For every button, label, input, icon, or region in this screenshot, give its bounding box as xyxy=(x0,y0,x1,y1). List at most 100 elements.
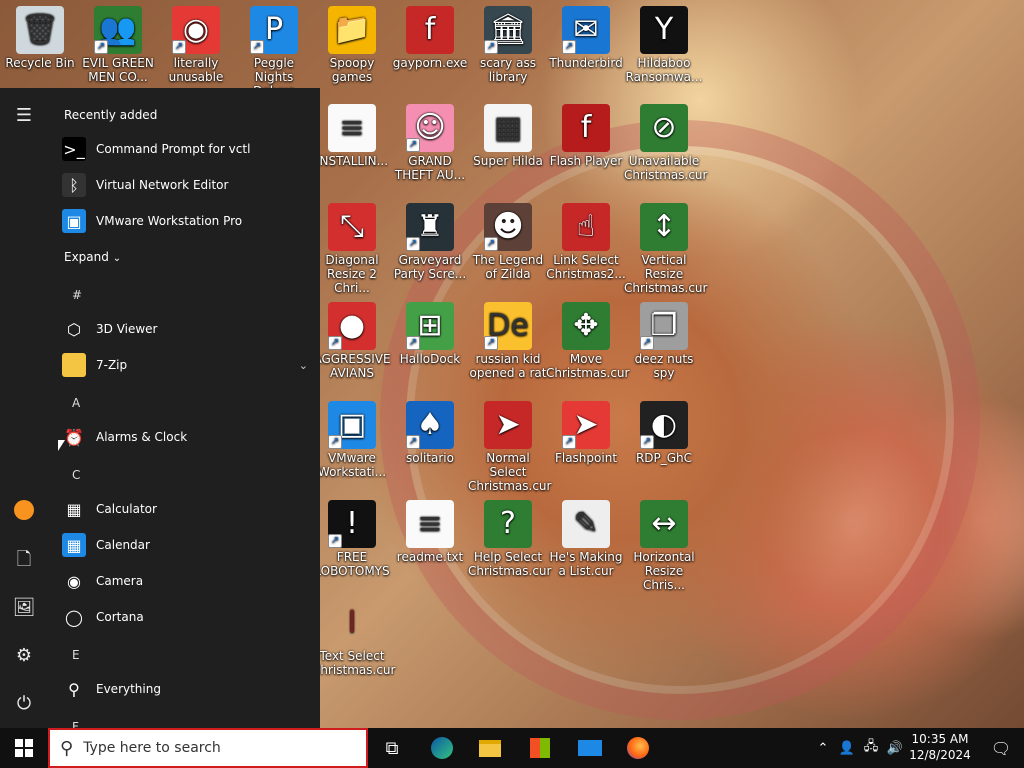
zilda-icon: ☻ ↗ xyxy=(484,203,532,251)
folder-icon xyxy=(62,353,86,377)
desktop-icon-label: Super Hilda xyxy=(473,154,543,168)
mail-icon[interactable] xyxy=(570,732,610,764)
volume-tray-icon[interactable]: 🔊 xyxy=(884,728,906,768)
desktop-icon-label: Horizontal Resize Chris... xyxy=(633,550,695,592)
shortcut-arrow-icon: ↗ xyxy=(94,40,108,54)
start-app-item[interactable]: ▣ VMware Workstation Pro xyxy=(62,204,308,238)
start-app-label: Command Prompt for vctl xyxy=(96,142,251,156)
desktop-icon[interactable]: ☝ Link Select Christmas2... xyxy=(546,203,626,281)
start-button[interactable] xyxy=(0,728,48,768)
start-app-item[interactable]: ▦ Calculator xyxy=(62,492,308,526)
start-app-item[interactable]: ◯ Cortana xyxy=(62,600,308,634)
diagonal-resize-icon: ⤡ xyxy=(328,203,376,251)
angry-bird-icon: ● ↗ xyxy=(328,302,376,350)
desktop-icon[interactable]: ● ↗ AGGRESSIVE AVIANS xyxy=(312,302,392,380)
desktop-icon[interactable]: De ↗ russian kid opened a rat xyxy=(468,302,548,380)
desktop-icon[interactable]: ◉ ↗ literally unusable xyxy=(156,6,236,84)
desktop-icon-label: readme.txt xyxy=(396,550,464,564)
start-app-label: Cortana xyxy=(96,610,144,624)
desktop-icon[interactable]: ☻ ↗ The Legend of Zilda xyxy=(468,203,548,281)
expand-folder-chevron-icon[interactable]: ⌄ xyxy=(299,359,308,372)
command-prompt-icon: >_ xyxy=(62,137,86,161)
desktop-icon-label: Flash Player xyxy=(549,154,623,168)
desktop-icon[interactable]: ⤡ Diagonal Resize 2 Chri... xyxy=(312,203,392,295)
desktop-icon[interactable]: ✎ He's Making a List.cur xyxy=(546,500,626,578)
desktop-icon[interactable]: ▦ Super Hilda xyxy=(468,104,548,168)
desktop-icon-label: Graveyard Party Scre... xyxy=(393,253,467,281)
shortcut-arrow-icon: ↗ xyxy=(328,534,342,548)
desktop-icon[interactable]: ♜ ↗ Graveyard Party Scre... xyxy=(390,203,470,281)
desktop-icon-label: VMware Workstati... xyxy=(317,451,387,479)
desktop-icon-label: FREE LOBOTOMYS xyxy=(314,550,390,578)
start-app-item[interactable]: ▦ Calendar xyxy=(62,528,308,562)
desktop-icon-label: literally unusable xyxy=(168,56,224,84)
chrome-icon: ◉ ↗ xyxy=(172,6,220,54)
desktop-icon-label: He's Making a List.cur xyxy=(549,550,623,578)
letter-header-hash[interactable]: # xyxy=(72,288,82,302)
start-app-item[interactable]: >_ Command Prompt for vctl xyxy=(62,132,308,166)
pictures-icon[interactable]: 🖼 xyxy=(12,596,36,620)
desktop-icon[interactable]: ? Help Select Christmas.cur xyxy=(468,500,551,578)
start-app-item[interactable]: ◉ Camera xyxy=(62,564,308,598)
vmware-icon: ▣ ↗ xyxy=(328,401,376,449)
desktop-icon[interactable]: ➤ ↗ Flashpoint xyxy=(546,401,626,465)
letter-header-e[interactable]: E xyxy=(72,648,80,662)
start-app-item[interactable]: ⬡ 3D Viewer xyxy=(62,312,308,346)
desktop-icon[interactable]: ↔ Horizontal Resize Chris... xyxy=(624,500,704,592)
letter-header-c[interactable]: C xyxy=(72,468,80,482)
desktop-icon[interactable]: ≡ readme.txt xyxy=(390,500,470,564)
user-status-tray-icon[interactable]: 👤 xyxy=(836,728,858,768)
shortcut-arrow-icon: ↗ xyxy=(640,336,654,350)
network-tray-icon[interactable]: 🖧 xyxy=(860,728,882,768)
unavailable-cursor-icon: ⊘ xyxy=(640,104,688,152)
start-app-item[interactable]: 7-Zip ⌄ xyxy=(62,348,308,382)
desktop-icon[interactable]: I Text Select Christmas.cur xyxy=(312,599,395,678)
user-avatar-icon[interactable] xyxy=(12,500,36,524)
desktop-icon[interactable]: 👥 ↗ EVIL GREEN MEN CO... xyxy=(78,6,158,84)
letter-header-a[interactable]: A xyxy=(72,396,80,410)
expand-button[interactable]: Expand ⌄ xyxy=(64,250,121,264)
desktop-icon[interactable]: ☺ ↗ GRAND THEFT AU... xyxy=(390,104,470,182)
desktop-icon[interactable]: P↗Peggle Nights Deluxe xyxy=(234,6,314,98)
desktop-icon[interactable]: ≡ INSTALLIN... xyxy=(312,104,392,168)
desktop-icon[interactable]: 🏛 ↗ scary ass library xyxy=(468,6,548,84)
desktop-icon[interactable]: ⊞ ↗ HalloDock xyxy=(390,302,470,366)
microsoft-store-icon[interactable] xyxy=(520,732,560,764)
desktop-icon[interactable]: ▣ ↗ VMware Workstati... xyxy=(312,401,392,479)
desktop-icon-label: scary ass library xyxy=(480,56,536,84)
hamburger-menu-icon[interactable]: ☰ xyxy=(12,104,36,128)
firefox-icon[interactable] xyxy=(618,732,658,764)
desktop-icon[interactable]: ⊘ Unavailable Christmas.cur xyxy=(624,104,707,182)
desktop-icon[interactable]: f gayporn.exe xyxy=(390,6,470,70)
desktop-icon[interactable]: ! ↗ FREE LOBOTOMYS xyxy=(312,500,392,578)
start-app-item[interactable]: ᛒ Virtual Network Editor xyxy=(62,168,308,202)
task-view-icon[interactable]: ⧉ xyxy=(372,732,412,764)
start-app-item[interactable]: ⚲ Everything xyxy=(62,672,308,706)
desktop-icon[interactable]: Y Hildaboo Ransomwa... xyxy=(624,6,704,84)
move-cursor-icon: ✥ xyxy=(562,302,610,350)
power-icon[interactable]: ⏻ xyxy=(12,692,36,716)
desktop-icon[interactable]: ❐ ↗ deez nuts spy xyxy=(624,302,704,380)
notification-center-icon[interactable]: 🗨 xyxy=(978,728,1024,768)
desktop-icon[interactable]: f Flash Player xyxy=(546,104,626,168)
desktop-icon[interactable]: ♠ ↗ solitario xyxy=(390,401,470,465)
taskbar-clock[interactable]: 10:35 AM 12/8/2024 xyxy=(908,731,972,763)
calendar-icon: ▦ xyxy=(62,533,86,557)
start-app-item[interactable]: ⏰ Alarms & Clock xyxy=(62,420,308,454)
desktop-icon[interactable]: ↕ Vertical Resize Christmas.cur xyxy=(624,203,707,295)
settings-gear-icon[interactable]: ⚙ xyxy=(12,644,36,668)
edge-browser-icon[interactable] xyxy=(422,732,462,764)
desktop-icon[interactable]: 📁 Spoopy games xyxy=(312,6,392,84)
taskbar-search-box[interactable]: ⚲ xyxy=(48,728,368,768)
file-explorer-icon[interactable] xyxy=(470,732,510,764)
text-file-icon: ≡ xyxy=(406,500,454,548)
show-hidden-icons-chevron-icon[interactable]: ⌃ xyxy=(812,728,834,768)
desktop-icon[interactable]: 🗑 Recycle Bin xyxy=(0,6,80,70)
desktop-icon[interactable]: ◐ ↗ RDP_GhC xyxy=(624,401,704,465)
desktop-icon[interactable]: ➤ Normal Select Christmas.cur xyxy=(468,401,551,493)
search-input[interactable] xyxy=(83,740,344,756)
desktop-icon-label: HalloDock xyxy=(399,352,461,366)
desktop-icon[interactable]: ✉ ↗ Thunderbird xyxy=(546,6,626,70)
documents-icon[interactable]: 🗋 xyxy=(12,548,36,572)
desktop-icon[interactable]: ✥ Move Christmas.cur xyxy=(546,302,629,380)
